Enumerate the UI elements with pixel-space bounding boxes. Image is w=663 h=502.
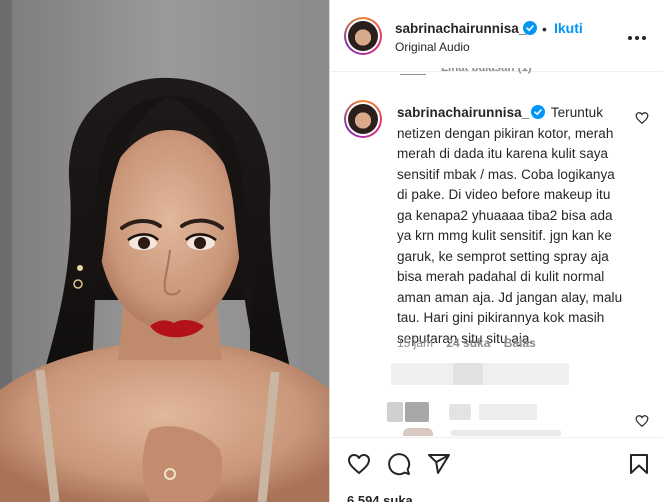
share-icon[interactable] xyxy=(427,452,451,476)
comment-likes-count[interactable]: 24 suka xyxy=(446,336,490,350)
heart-icon[interactable] xyxy=(347,452,371,476)
comment-body: sabrinachairunnisa_ Teruntuk netizen den… xyxy=(397,103,629,349)
redacted-block xyxy=(453,363,483,385)
post-likes-count[interactable]: 6.594 suka xyxy=(347,493,413,502)
redacted-block xyxy=(405,402,429,422)
redacted-block xyxy=(451,430,561,436)
redacted-block xyxy=(387,402,403,422)
redacted-block xyxy=(449,404,471,420)
reply-button[interactable]: Balas xyxy=(504,336,536,350)
comment-icon[interactable] xyxy=(387,452,411,476)
redacted-avatar xyxy=(403,428,433,436)
follow-button[interactable]: Ikuti xyxy=(554,20,583,36)
comment-meta: 15 jam 24 suka Balas xyxy=(397,336,546,350)
post-action-bar: 6.594 suka xyxy=(331,437,663,502)
post-details-panel: sabrinachairunnisa_ • Ikuti Original Aud… xyxy=(331,0,663,502)
post-header: sabrinachairunnisa_ • Ikuti Original Aud… xyxy=(331,0,663,72)
comment-like-heart-icon[interactable] xyxy=(635,111,649,125)
post-video[interactable] xyxy=(0,0,330,502)
view-replies-link[interactable]: Lihat balasan (1) xyxy=(441,68,532,76)
comment-time: 15 jam xyxy=(397,336,434,350)
replies-divider xyxy=(400,74,426,75)
separator-dot: • xyxy=(542,21,547,37)
more-options-icon[interactable] xyxy=(627,28,647,48)
commenter-username[interactable]: sabrinachairunnisa_ xyxy=(397,105,529,120)
bookmark-icon[interactable] xyxy=(627,452,651,476)
audio-label[interactable]: Original Audio xyxy=(395,40,470,54)
commenter-avatar[interactable] xyxy=(344,100,382,138)
verified-badge-icon xyxy=(531,105,546,119)
video-frame-image xyxy=(0,0,329,502)
comment-text: Teruntuk netizen dengan pikiran kotor, m… xyxy=(397,105,623,346)
redacted-block xyxy=(479,404,537,420)
author-avatar[interactable] xyxy=(344,17,382,55)
reply-like-heart-icon[interactable] xyxy=(635,414,649,428)
verified-badge-icon xyxy=(523,21,537,35)
author-username[interactable]: sabrinachairunnisa_ xyxy=(395,21,526,36)
